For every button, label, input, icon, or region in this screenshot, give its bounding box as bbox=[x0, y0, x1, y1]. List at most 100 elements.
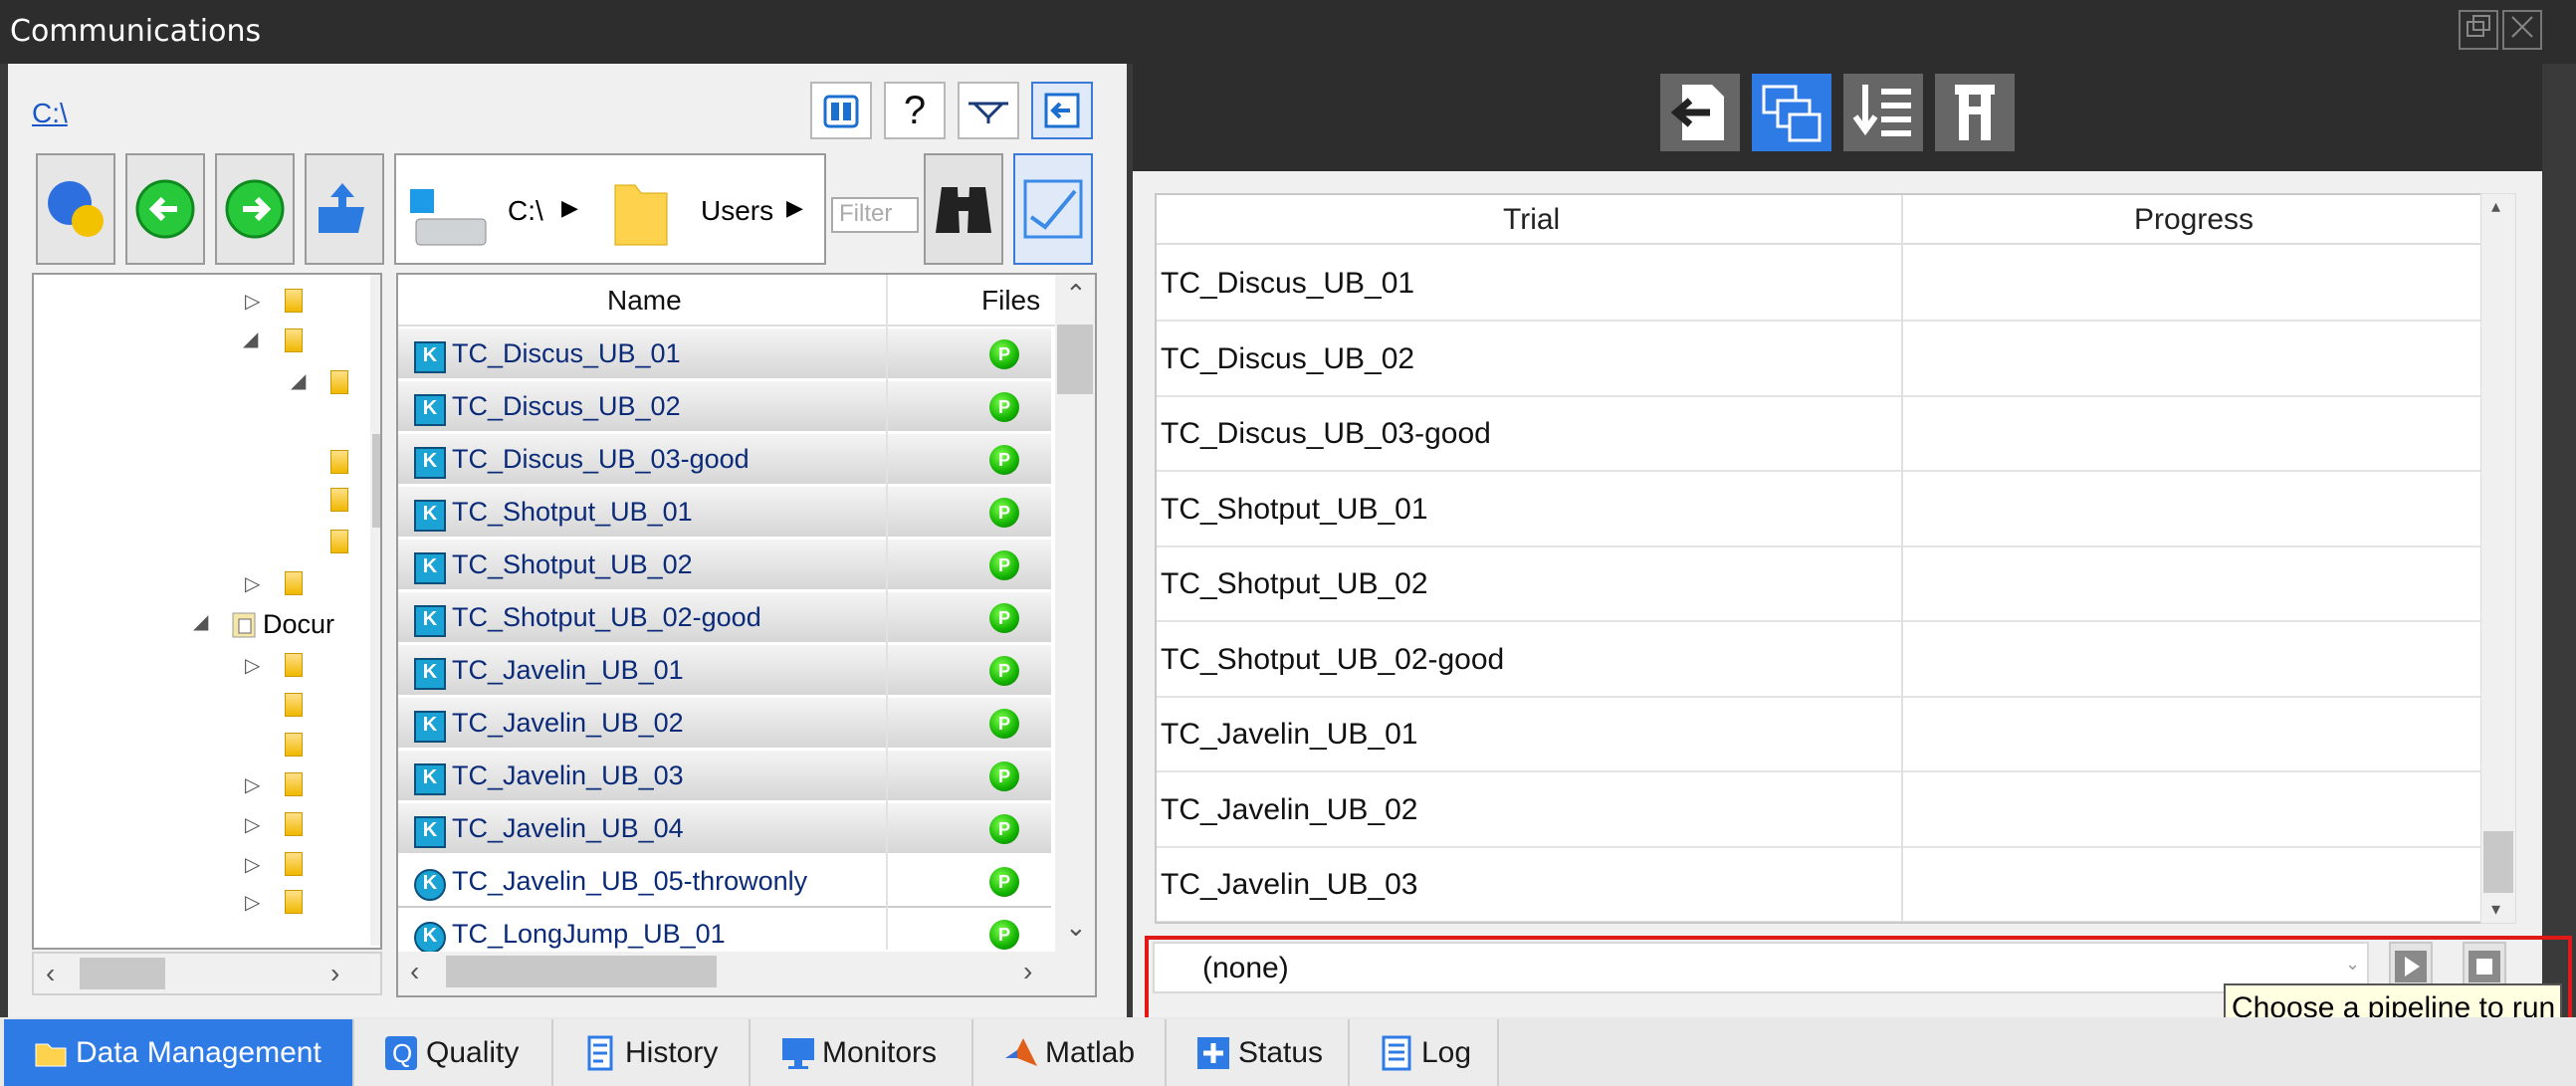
sort-list-button[interactable] bbox=[1843, 74, 1923, 151]
expand-icon[interactable]: ▷ bbox=[245, 289, 260, 314]
breadcrumb-arrow-icon[interactable]: ▶ bbox=[786, 195, 803, 221]
folder-icon[interactable] bbox=[285, 328, 303, 352]
column-header-progress[interactable]: Progress bbox=[2134, 203, 2254, 237]
filter-input[interactable]: Filter bbox=[831, 197, 919, 233]
tab-monitors[interactable]: Monitors bbox=[751, 1019, 973, 1086]
file-row[interactable]: K TC_Javelin_UB_05-throwonly P bbox=[398, 856, 1051, 908]
folder-icon[interactable] bbox=[285, 571, 303, 595]
trial-row[interactable]: TC_Javelin_UB_01 bbox=[1157, 698, 2482, 772]
batch-process-button[interactable] bbox=[1752, 74, 1831, 151]
folder-icon[interactable] bbox=[285, 289, 303, 313]
trial-row[interactable]: TC_Javelin_UB_03 bbox=[1157, 848, 2482, 922]
file-list-vertical-scrollbar[interactable]: ⌃ ⌄ bbox=[1055, 275, 1095, 952]
trial-row[interactable]: TC_Javelin_UB_02 bbox=[1157, 773, 2482, 848]
file-list-horizontal-scrollbar[interactable]: ‹ › bbox=[398, 952, 1095, 995]
folder-icon[interactable] bbox=[330, 370, 348, 394]
trial-row[interactable]: TC_Shotput_UB_02 bbox=[1157, 547, 2482, 622]
folder-icon[interactable] bbox=[330, 488, 348, 512]
tab-history[interactable]: History bbox=[553, 1019, 751, 1086]
folder-icon[interactable] bbox=[285, 693, 303, 717]
file-row[interactable]: K TC_Javelin_UB_02 P bbox=[398, 698, 1051, 750]
column-header-name[interactable]: Name bbox=[607, 285, 682, 317]
expand-icon[interactable]: ▷ bbox=[245, 890, 260, 915]
expand-icon[interactable]: ▷ bbox=[245, 852, 260, 877]
scroll-left-icon[interactable]: ‹ bbox=[46, 958, 55, 989]
column-divider[interactable] bbox=[886, 275, 888, 950]
scroll-up-icon[interactable]: ⌃ bbox=[380, 279, 382, 310]
tree-vertical-scrollbar[interactable]: ⌃ ⌄ bbox=[370, 275, 382, 946]
scroll-up-icon[interactable]: ⌃ bbox=[1065, 279, 1087, 310]
pipeline-editor-button[interactable] bbox=[1935, 74, 2015, 151]
tab-matlab[interactable]: Matlab bbox=[973, 1019, 1167, 1086]
trial-row[interactable]: TC_Discus_UB_02 bbox=[1157, 323, 2482, 397]
trial-table-scroll-thumb[interactable] bbox=[2483, 831, 2513, 893]
help-button[interactable]: ? bbox=[884, 82, 946, 139]
tab-log[interactable]: Log bbox=[1350, 1019, 1499, 1086]
tree-horizontal-scrollbar[interactable]: ‹ › bbox=[32, 952, 382, 995]
calibration-button[interactable] bbox=[958, 82, 1019, 139]
trial-row[interactable]: TC_Discus_UB_03-good bbox=[1157, 397, 2482, 472]
file-list-scroll-thumb[interactable] bbox=[1057, 325, 1093, 394]
scroll-left-icon[interactable]: ‹ bbox=[410, 956, 419, 987]
column-header-files[interactable]: Files bbox=[981, 285, 1040, 317]
tree-item-documents[interactable]: Docur bbox=[263, 609, 334, 640]
file-row[interactable]: K TC_Discus_UB_01 P bbox=[398, 328, 1051, 380]
file-row[interactable]: K TC_Javelin_UB_01 P bbox=[398, 645, 1051, 697]
folder-icon[interactable] bbox=[285, 890, 303, 914]
folder-icon[interactable] bbox=[285, 733, 303, 757]
folder-icon[interactable] bbox=[285, 812, 303, 836]
forward-button[interactable] bbox=[215, 153, 295, 265]
breadcrumb-arrow-icon[interactable]: ▶ bbox=[561, 195, 578, 221]
collapse-icon[interactable]: ◢ bbox=[243, 326, 258, 351]
return-button[interactable] bbox=[1660, 74, 1740, 151]
column-divider[interactable] bbox=[1901, 195, 1903, 922]
expand-icon[interactable]: ▷ bbox=[245, 812, 260, 837]
tree-hscroll-thumb[interactable] bbox=[80, 958, 165, 989]
folder-icon[interactable] bbox=[330, 530, 348, 553]
folder-icon[interactable] bbox=[285, 852, 303, 876]
folder-icon[interactable] bbox=[285, 653, 303, 677]
scroll-down-icon[interactable]: ▾ bbox=[2491, 899, 2500, 920]
search-button[interactable] bbox=[924, 153, 1003, 265]
parent-folder-button[interactable] bbox=[305, 153, 384, 265]
trial-row[interactable]: TC_Shotput_UB_02-good bbox=[1157, 623, 2482, 698]
breadcrumb-drive[interactable]: C:\ bbox=[508, 195, 543, 227]
file-row[interactable]: K TC_Shotput_UB_02-good P bbox=[398, 592, 1051, 644]
column-header-trial[interactable]: Trial bbox=[1503, 203, 1560, 237]
tab-status[interactable]: Status bbox=[1167, 1019, 1350, 1086]
back-button[interactable] bbox=[125, 153, 205, 265]
expand-icon[interactable]: ▷ bbox=[245, 571, 260, 596]
trial-row[interactable]: TC_Shotput_UB_01 bbox=[1157, 473, 2482, 547]
path-link[interactable]: C:\ bbox=[32, 98, 68, 129]
file-row[interactable]: K TC_Javelin_UB_04 P bbox=[398, 803, 1051, 855]
folder-icon[interactable] bbox=[285, 772, 303, 796]
folder-icon[interactable] bbox=[330, 450, 348, 474]
file-row[interactable]: K TC_Discus_UB_03-good P bbox=[398, 434, 1051, 486]
expand-icon[interactable]: ▷ bbox=[245, 653, 260, 678]
database-button[interactable] bbox=[36, 153, 115, 265]
trial-table-scrollbar[interactable]: ▴ ▾ bbox=[2480, 193, 2516, 924]
select-all-button[interactable] bbox=[1013, 153, 1093, 265]
file-row[interactable]: K TC_Javelin_UB_03 P bbox=[398, 751, 1051, 802]
binoculars-small-button[interactable] bbox=[810, 82, 872, 139]
scroll-up-icon[interactable]: ▴ bbox=[2491, 196, 2500, 217]
tab-data-management[interactable]: Data Management bbox=[4, 1019, 354, 1086]
tab-quality[interactable]: Q Quality bbox=[354, 1019, 553, 1086]
scroll-down-icon[interactable]: ⌄ bbox=[1065, 912, 1087, 943]
breadcrumb-folder[interactable]: Users bbox=[701, 195, 773, 227]
collapse-icon[interactable]: ◢ bbox=[291, 368, 306, 393]
tree-scroll-thumb[interactable] bbox=[372, 434, 380, 528]
file-list-hscroll-thumb[interactable] bbox=[446, 956, 717, 987]
file-row[interactable]: K TC_Shotput_UB_02 P bbox=[398, 540, 1051, 591]
import-button[interactable] bbox=[1031, 82, 1093, 139]
scroll-right-icon[interactable]: › bbox=[1023, 956, 1032, 987]
scroll-right-icon[interactable]: › bbox=[330, 958, 339, 989]
file-row[interactable]: K TC_Discus_UB_02 P bbox=[398, 381, 1051, 433]
expand-icon[interactable]: ▷ bbox=[245, 772, 260, 797]
close-icon[interactable] bbox=[2502, 10, 2542, 50]
trial-row[interactable]: TC_Discus_UB_01 bbox=[1157, 247, 2482, 322]
collapse-icon[interactable]: ◢ bbox=[193, 609, 208, 634]
restore-icon[interactable] bbox=[2459, 10, 2498, 50]
scroll-down-icon[interactable]: ⌄ bbox=[380, 912, 382, 943]
file-row[interactable]: K TC_Shotput_UB_01 P bbox=[398, 487, 1051, 539]
